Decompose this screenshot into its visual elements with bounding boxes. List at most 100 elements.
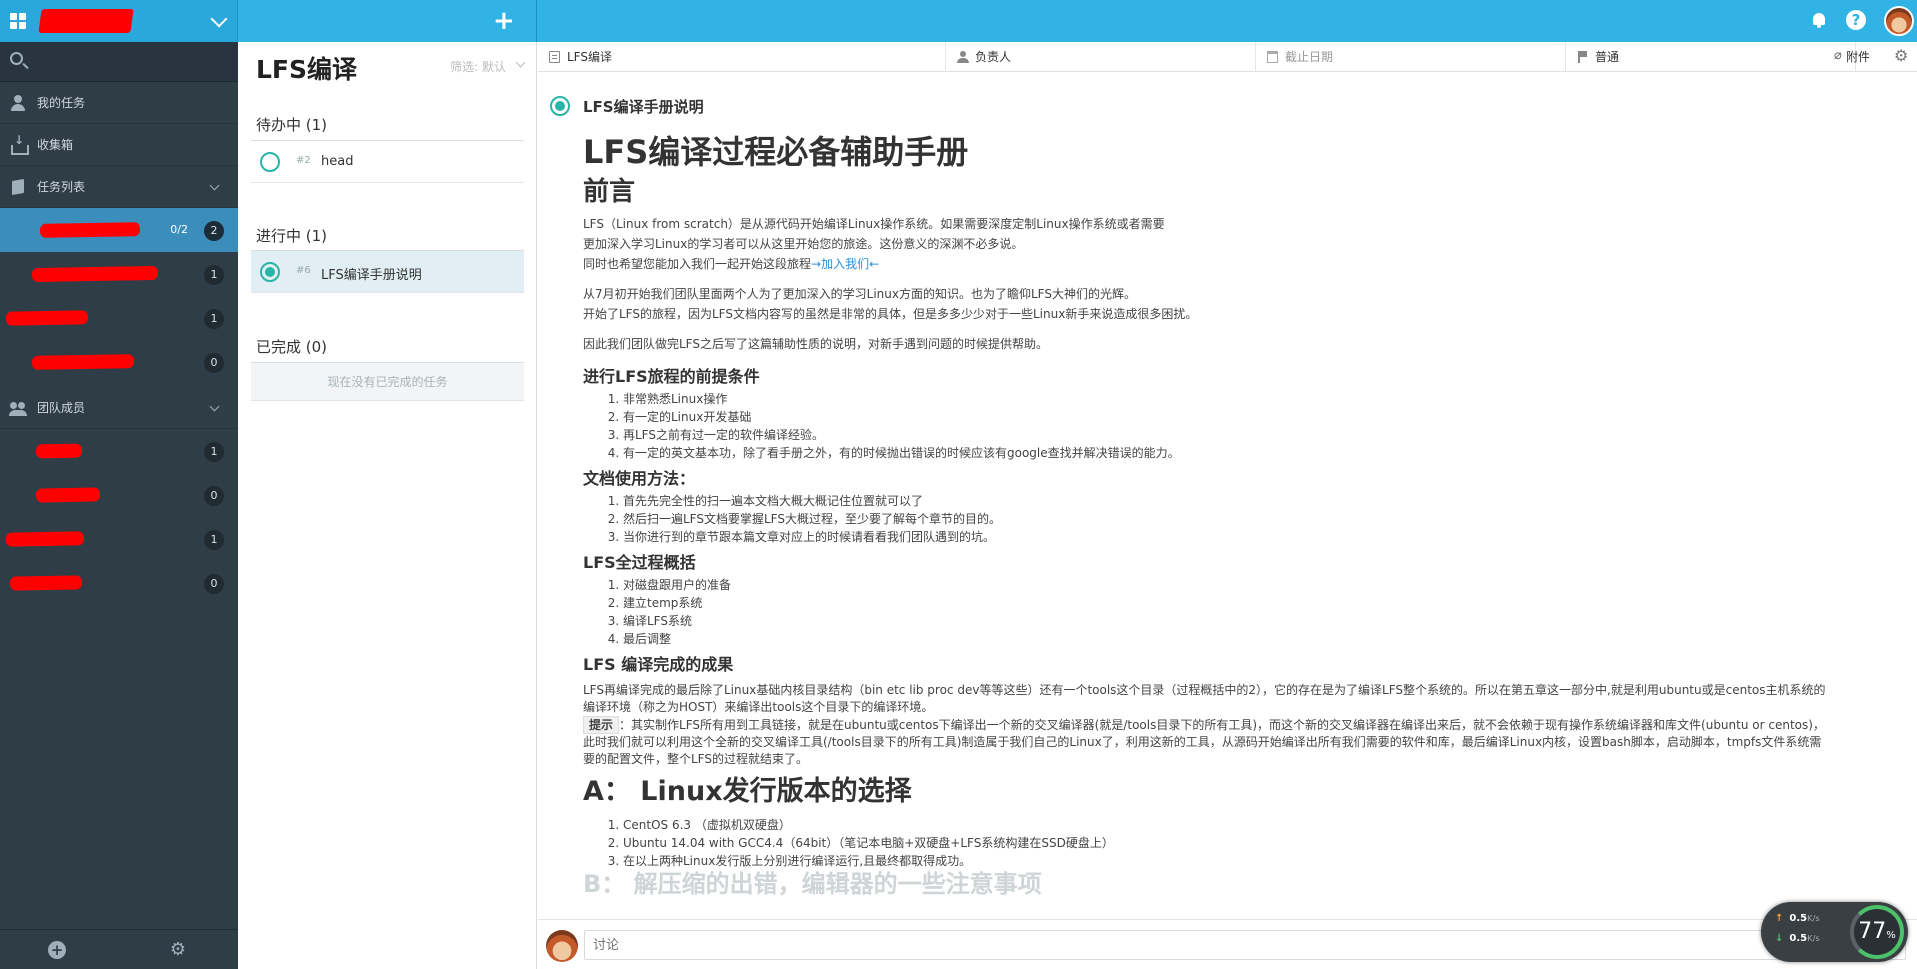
sidebar-item-inbox[interactable]: 收集箱	[0, 124, 238, 166]
sidebar-list-item[interactable]: 列表 0/2 2	[0, 208, 238, 252]
unit: K/s	[1807, 913, 1820, 923]
list-selector[interactable]: LFS编译	[538, 42, 946, 72]
task-row[interactable]: #2 head	[251, 141, 524, 183]
sidebar-item-team[interactable]: 团队成员	[0, 387, 238, 429]
help-icon[interactable]: ?	[1846, 10, 1866, 30]
sidebar-item-label: 我的任务	[37, 96, 86, 110]
redacted-list-name: 列表	[31, 265, 159, 283]
doc-heading-faded: B： 解压缩的出错，编辑器的一些注意事项	[583, 870, 1042, 898]
attachment-button[interactable]: ⌀ 附件	[1832, 42, 1882, 72]
count-badge: 0	[204, 486, 224, 506]
distro-list: CentOS 6.3 （虚拟机双硬盘） Ubuntu 14.04 with GC…	[623, 816, 1908, 870]
doc-paragraph: LFS再编译完成的最后除了Linux基础内核目录结构（bin etc lib p…	[583, 682, 1908, 768]
add-task-button[interactable]: +	[493, 8, 515, 34]
count-badge: 0	[204, 353, 224, 373]
list-progress: 0/2	[170, 223, 188, 236]
team-member-item[interactable]: 成员 1	[0, 517, 238, 561]
list-item: 再LFS之前有过一定的软件编译经验。	[623, 426, 1908, 444]
list-item: 编译LFS系统	[623, 612, 1908, 630]
chevron-down-icon[interactable]	[209, 401, 220, 412]
tip-badge: 提示	[583, 716, 620, 734]
team-member-item[interactable]: 成员 1	[0, 429, 238, 473]
sidebar-item-my-tasks[interactable]: 我的任务	[0, 82, 238, 124]
count-badge: 2	[204, 221, 224, 241]
doc-heading: LFS编译过程必备辅助手册	[583, 133, 969, 171]
sidebar-search[interactable]	[0, 42, 238, 82]
add-circle-icon[interactable]: +	[48, 941, 66, 959]
sidebar-item-task-lists[interactable]: 任务列表	[0, 166, 238, 208]
join-us-link[interactable]: →加入我们←	[811, 257, 879, 271]
task-name: LFS编译手册说明	[321, 268, 422, 283]
comment-input[interactable]	[584, 930, 1906, 960]
team-member-item[interactable]: 成员 0	[0, 561, 238, 605]
list-item: 非常熟悉Linux操作	[623, 390, 1908, 408]
sidebar-footer: + ⚙	[0, 929, 238, 969]
due-date-label: 截止日期	[1285, 50, 1334, 64]
attachment-label: 附件	[1846, 50, 1871, 64]
project-name-redacted[interactable]: 项目	[38, 9, 134, 33]
add-task-area: +	[239, 0, 537, 42]
list-title: LFS编译	[256, 55, 358, 84]
due-date-picker[interactable]: 截止日期	[1256, 42, 1566, 72]
count-badge: 1	[204, 309, 224, 329]
assignee-selector[interactable]: 负责人	[946, 42, 1256, 72]
list-item: CentOS 6.3 （虚拟机双硬盘）	[623, 816, 1908, 834]
upload-value: 0.5	[1789, 913, 1808, 924]
gear-icon[interactable]: ⚙	[169, 941, 187, 959]
text: 同时也希望您能加入我们一起开始这段旅程	[583, 257, 812, 271]
search-icon[interactable]	[10, 52, 23, 65]
bell-icon[interactable]	[1808, 10, 1830, 32]
redacted-member-name: 成员	[35, 443, 83, 459]
sidebar-list-item[interactable]: 列表 1	[0, 296, 238, 340]
count-badge: 1	[204, 530, 224, 550]
unit: K/s	[1807, 933, 1820, 943]
sidebar-list-item[interactable]: 列表 1	[0, 252, 238, 296]
user-icon	[10, 95, 26, 111]
priority-selector[interactable]: 普通	[1566, 42, 1856, 72]
network-speed-widget[interactable]: ↑ 0.5K/s ↓ 0.5K/s 77%	[1761, 902, 1908, 962]
count-badge: 0	[204, 574, 224, 594]
project-switcher[interactable]: 项目	[0, 0, 238, 42]
task-status-checkbox[interactable]	[550, 96, 570, 116]
task-row-selected[interactable]: #6 LFS编译手册说明	[251, 251, 524, 293]
group-header-doing[interactable]: 进行中 (1)	[256, 225, 327, 246]
settings-button[interactable]: ⚙	[1888, 42, 1917, 72]
list-item: 对磁盘跟用户的准备	[623, 576, 1908, 594]
task-checkbox[interactable]	[260, 262, 280, 282]
list-item: 有一定的Linux开发基础	[623, 408, 1908, 426]
chevron-down-icon[interactable]	[515, 57, 526, 68]
user-avatar[interactable]	[1884, 6, 1914, 36]
text: 开始了LFS的旅程，因为LFS文档内容写的虽然是非常的具体，但是多多少少对于一些…	[583, 307, 1198, 321]
chevron-down-icon[interactable]	[210, 10, 228, 28]
filter-dropdown[interactable]: 筛选: 默认	[450, 58, 506, 75]
group-header-todo[interactable]: 待办中 (1)	[256, 114, 327, 135]
text: 从7月初开始我们团队里面两个人为了更加深入的学习Linux方面的知识。也为了瞻仰…	[583, 287, 1136, 301]
team-icon	[9, 400, 27, 416]
text: 要的配置文件，整个LFS的过程就结束了。	[583, 752, 808, 766]
doc-paragraph: 从7月初开始我们团队里面两个人为了更加深入的学习Linux方面的知识。也为了瞻仰…	[583, 284, 1908, 324]
list-item: 首先先完全性的扫一遍本文档大概大概记住位置就可以了	[623, 492, 1908, 510]
count-badge: 1	[204, 442, 224, 462]
task-title[interactable]: LFS编译手册说明	[583, 96, 704, 117]
person-icon	[957, 51, 969, 63]
doc-paragraph: 因此我们团队做完LFS之后写了这篇辅助性质的说明，对新手遇到问题的时候提供帮助。	[583, 337, 1048, 351]
apps-grid-icon[interactable]	[10, 13, 26, 29]
doc-heading: LFS全过程概括	[583, 553, 696, 572]
task-checkbox[interactable]	[260, 152, 280, 172]
doc-heading: LFS 编译完成的成果	[583, 655, 734, 674]
usage-list: 首先先完全性的扫一遍本文档大概大概记住位置就可以了 然后扫一遍LFS文档要掌握L…	[623, 492, 1908, 546]
group-header-done[interactable]: 已完成 (0)	[256, 336, 327, 357]
list-item: 在以上两种Linux发行版上分别进行编译运行,且最终都取得成功。	[623, 852, 1908, 870]
chevron-down-icon[interactable]	[209, 180, 220, 191]
list-item: Ubuntu 14.04 with GCC4.4（64bit）（笔记本电脑+双硬…	[623, 834, 1908, 852]
team-member-item[interactable]: 成员 0	[0, 473, 238, 517]
usage-gauge: 77%	[1850, 905, 1904, 959]
paperclip-icon: ⌀	[1834, 48, 1842, 63]
text: 编译环境（称之为HOST）来编译出tools这个目录下的编译环境。	[583, 700, 934, 714]
doc-heading: 文档使用方法：	[583, 469, 696, 488]
redacted-member-name: 成员	[35, 487, 101, 503]
flag-icon	[1577, 51, 1588, 63]
redacted-list-name: 列表	[31, 354, 135, 370]
sidebar-list-item[interactable]: 列表 0	[0, 340, 238, 384]
sidebar-item-label: 收集箱	[37, 138, 74, 152]
